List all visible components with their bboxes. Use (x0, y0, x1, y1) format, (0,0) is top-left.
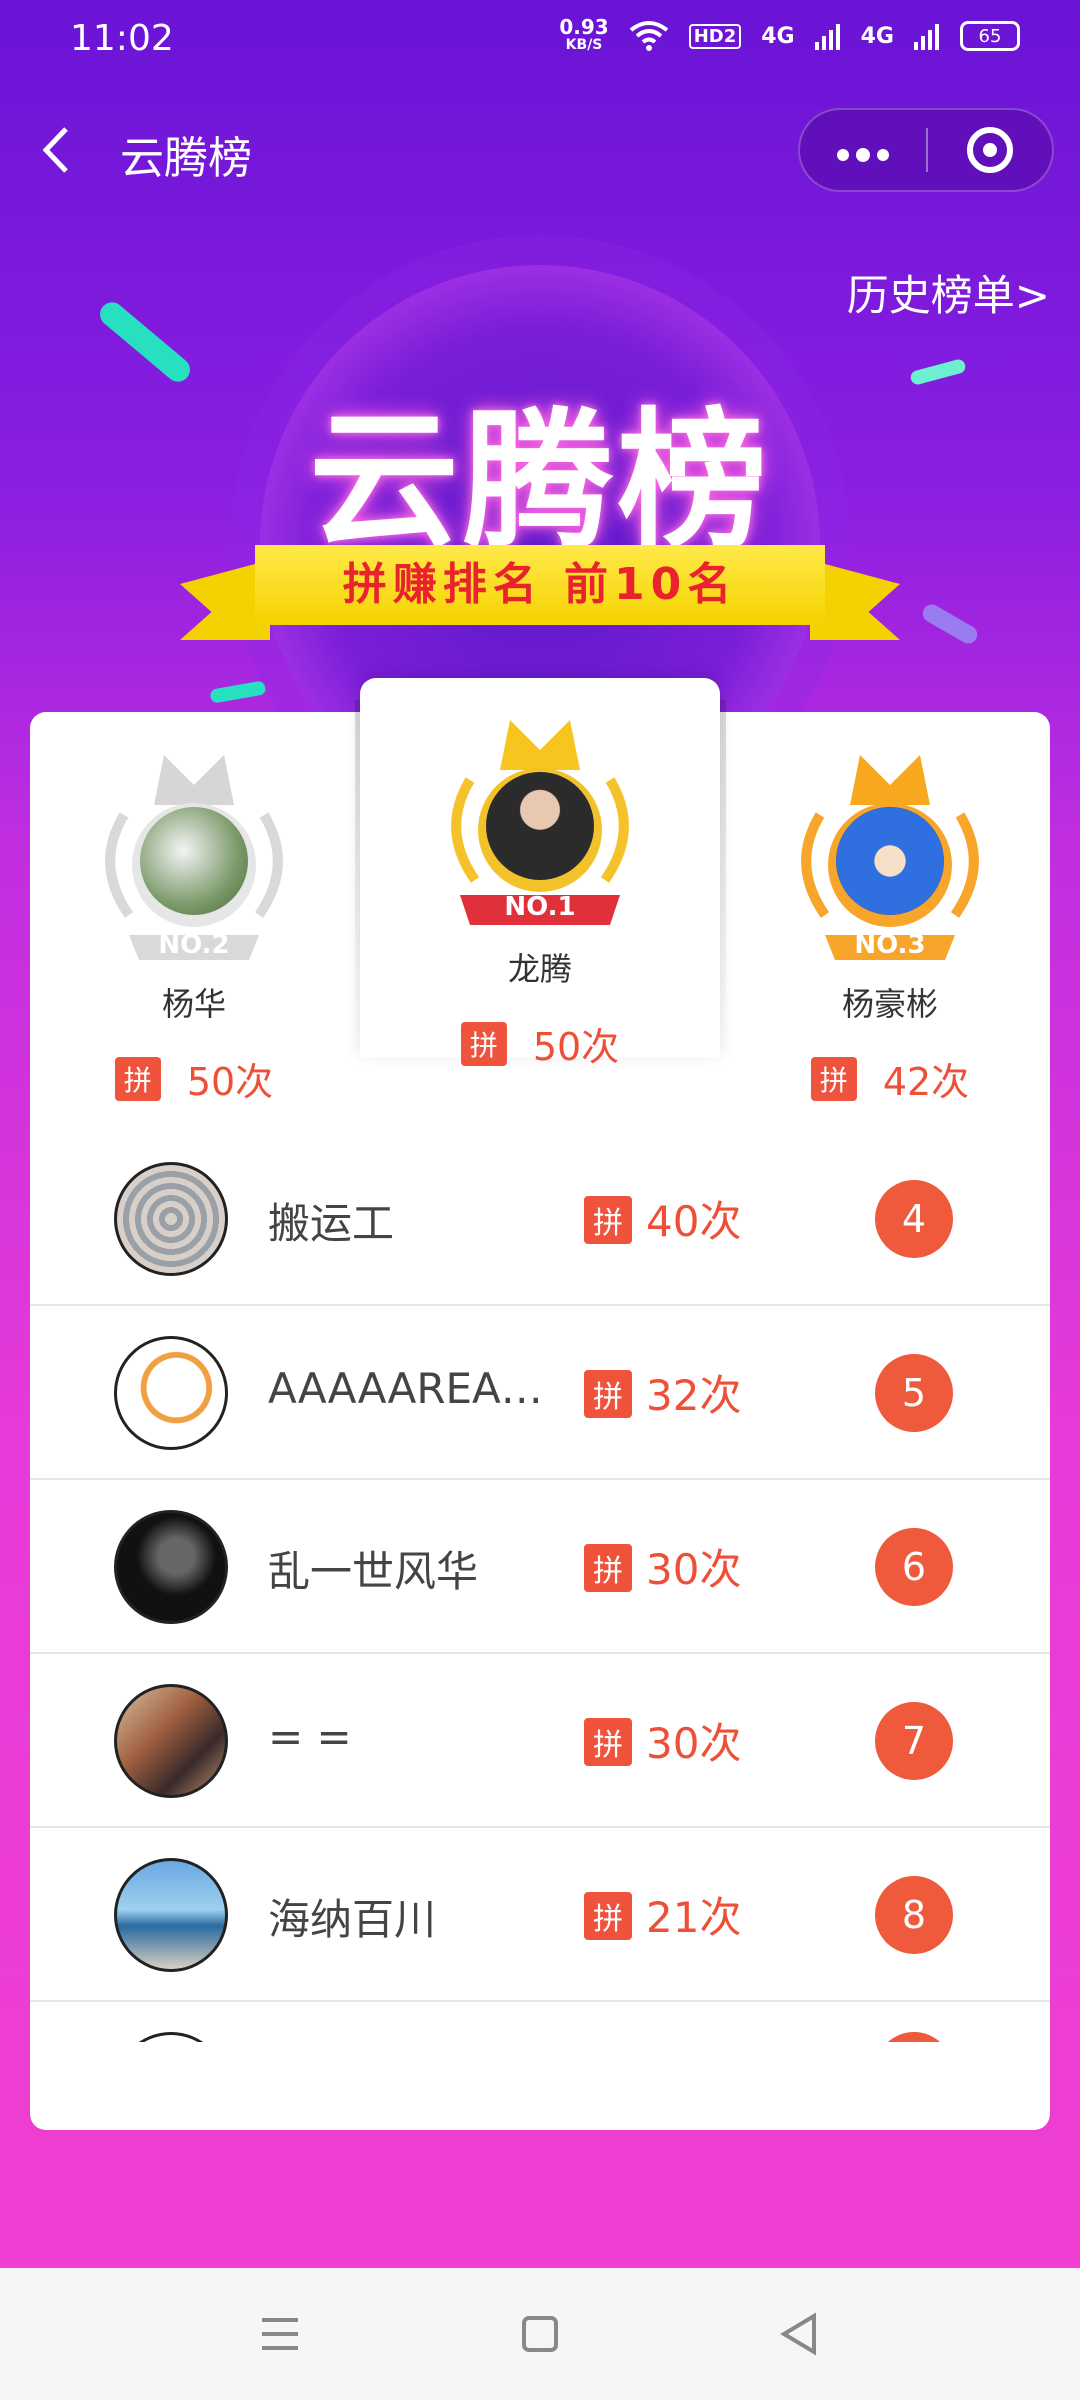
list-item-name: AAAAAREAL... (268, 1364, 548, 1413)
list-item-count: 30次 (646, 1719, 742, 1768)
rank-badge: 5 (875, 1354, 953, 1432)
podium-count: 42次 (882, 1060, 970, 1104)
status-icons: 0.93 KB/S HD2 4G 4G 65 (559, 15, 1020, 54)
history-ranking-link[interactable]: 历史榜单> (847, 262, 1050, 323)
list-item[interactable]: 海纳百川 拼 21次 8 (30, 1828, 1050, 2002)
avatar (836, 807, 944, 915)
signal-4g-icon: 4G (761, 23, 795, 49)
list-item[interactable]: = = 拼 30次 7 (30, 1654, 1050, 1828)
avatar (114, 1336, 228, 1450)
target-icon (966, 127, 1013, 173)
hero-subtitle-ribbon: 拼赚排名 前10名 (255, 545, 825, 625)
rank-badge (875, 2032, 953, 2042)
page-title: 云腾榜 (120, 133, 252, 184)
status-bar: 11:02 0.93 KB/S HD2 4G 4G 65 (0, 0, 1080, 80)
podium-third[interactable]: NO.3 杨豪彬 拼 42次 (720, 745, 1060, 1106)
hd-icon: HD2 (688, 23, 742, 49)
silver-crown-badge: NO.2 (74, 745, 314, 965)
more-button[interactable] (800, 108, 926, 192)
podium-stat: 拼 50次 (24, 1051, 364, 1106)
podium-count: 50次 (532, 1025, 620, 1069)
podium-count: 50次 (186, 1060, 274, 1104)
podium-name: 杨华 (161, 985, 226, 1023)
nav-bar: 云腾榜 (0, 100, 1080, 200)
confetti-decoration (209, 680, 267, 704)
avatar (486, 772, 594, 880)
confetti-decoration (919, 601, 981, 647)
rank-badge: 8 (875, 1876, 953, 1954)
rank-badge: 7 (875, 1702, 953, 1780)
pin-badge: 拼 (584, 1196, 632, 1244)
rank-badge: 6 (875, 1528, 953, 1606)
list-item-count: 30次 (646, 1545, 742, 1594)
list-item-count: 32次 (646, 1371, 742, 1420)
pin-badge: 拼 (584, 1892, 632, 1940)
back-system-button[interactable] (770, 2304, 830, 2364)
avatar (114, 1162, 228, 1276)
menu-icon (262, 2318, 298, 2350)
speed-value: 0.93 (559, 15, 609, 39)
menu-button[interactable] (250, 2304, 310, 2364)
list-item[interactable]: AAAAAREAL... 拼 32次 5 (30, 1306, 1050, 1480)
list-item[interactable]: 搬运工 拼 40次 4 (30, 1132, 1050, 1306)
avatar (114, 2032, 228, 2042)
rank-label: NO.1 (504, 892, 576, 922)
podium-name: 龙腾 (507, 950, 572, 988)
close-program-button[interactable] (928, 127, 1052, 173)
podium-stat: 拼 42次 (720, 1051, 1060, 1106)
mini-program-capsule (798, 108, 1054, 192)
square-home-icon (522, 2316, 558, 2352)
speed-unit: KB/S (565, 37, 603, 53)
battery-icon: 65 (960, 21, 1020, 51)
list-item-name: = = (268, 1712, 352, 1761)
list-item-count: 40次 (646, 1197, 742, 1246)
pin-badge: 拼 (810, 1056, 857, 1101)
ranking-list: 搬运工 拼 40次 4 AAAAAREAL... 拼 32次 5 乱一世风华 拼… (30, 1132, 1050, 2130)
bronze-crown-badge: NO.3 (770, 745, 1010, 965)
wifi-icon (629, 21, 668, 51)
avatar (140, 807, 248, 915)
pin-badge: 拼 (460, 1021, 507, 1066)
signal-4g-icon-2: 4G (860, 23, 894, 49)
list-item-name: 海纳百川 (268, 1895, 437, 1944)
pin-badge: 拼 (584, 1718, 632, 1766)
podium-name: 杨豪彬 (841, 985, 938, 1023)
podium-second[interactable]: NO.2 杨华 拼 50次 (24, 745, 364, 1106)
pin-badge: 拼 (584, 1370, 632, 1418)
chevron-left-icon (42, 127, 68, 173)
gold-crown-badge: NO.1 (420, 710, 660, 930)
list-item-partial[interactable] (30, 2002, 1050, 2042)
avatar (114, 1510, 228, 1624)
list-item-count: 21次 (646, 1893, 742, 1942)
network-speed: 0.93 KB/S (559, 15, 609, 54)
status-time: 11:02 (70, 18, 174, 59)
list-item-name: 乱一世风华 (268, 1547, 479, 1596)
system-navigation-bar (0, 2268, 1080, 2400)
avatar (114, 1684, 228, 1798)
rank-label: NO.3 (854, 930, 926, 960)
back-button[interactable] (40, 120, 90, 180)
signal-bars-icon-2 (914, 24, 939, 50)
signal-bars-icon (814, 24, 840, 50)
podium-stat: 拼 50次 (370, 1016, 710, 1071)
more-dots-icon (837, 148, 889, 162)
triangle-back-icon (780, 2312, 816, 2356)
rank-badge: 4 (875, 1180, 953, 1258)
home-button[interactable] (510, 2304, 570, 2364)
podium-first[interactable]: NO.1 龙腾 拼 50次 (370, 710, 710, 1071)
list-item-name: 搬运工 (268, 1199, 395, 1248)
pin-badge: 拼 (584, 1544, 632, 1592)
pin-badge: 拼 (114, 1056, 161, 1101)
avatar (114, 1858, 228, 1972)
rank-label: NO.2 (158, 930, 230, 960)
list-item[interactable]: 乱一世风华 拼 30次 6 (30, 1480, 1050, 1654)
